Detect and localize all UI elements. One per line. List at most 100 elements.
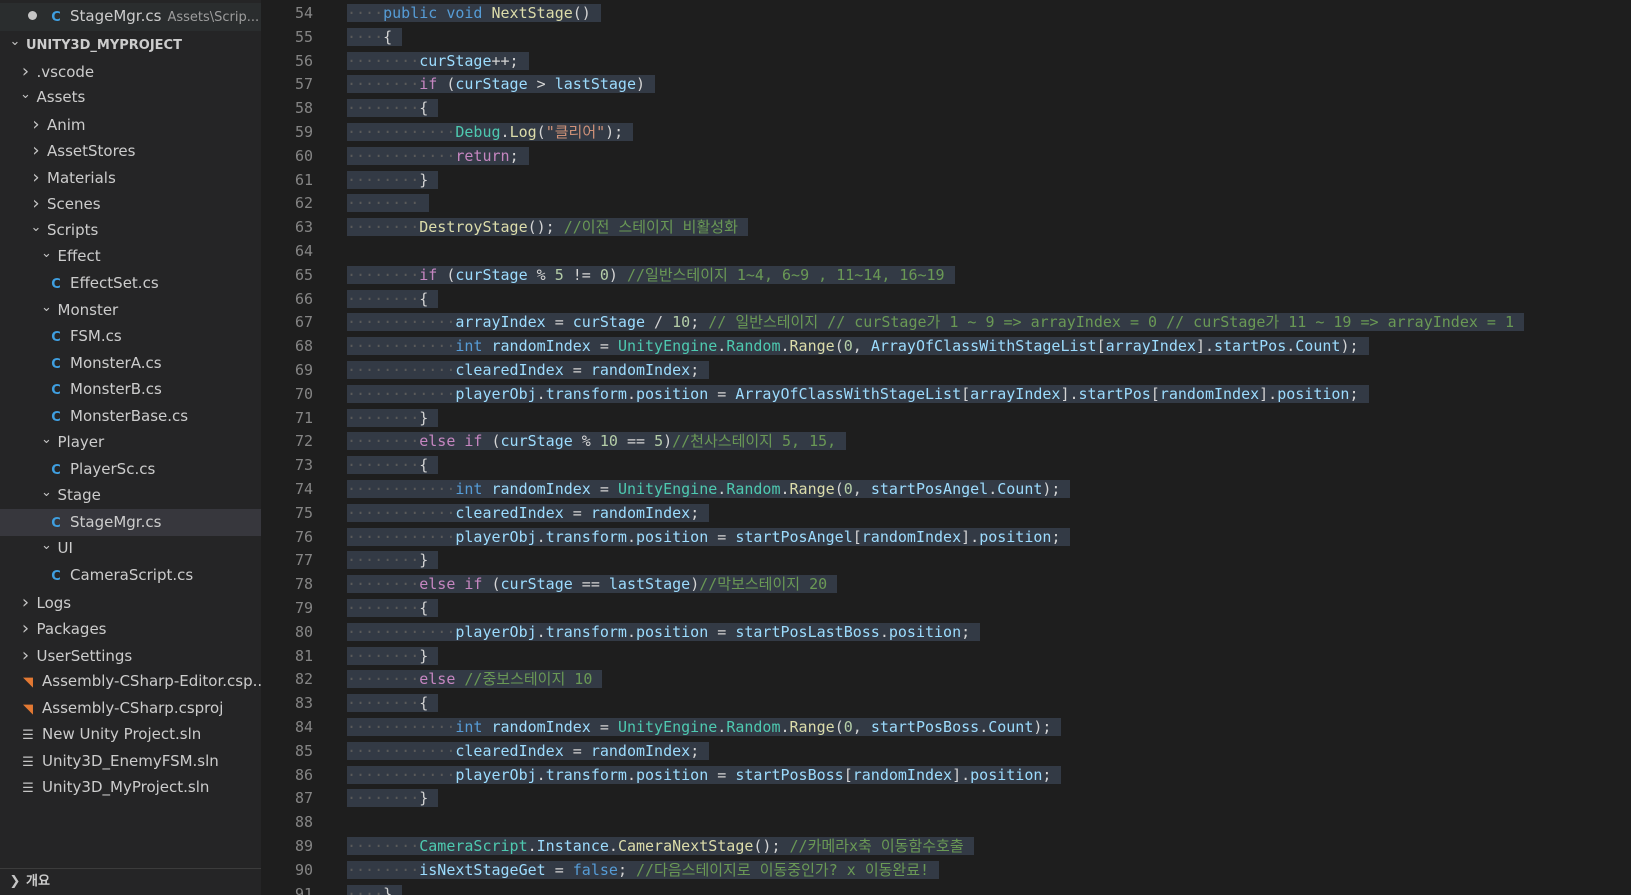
code-line[interactable]: ········CameraScript.Instance.CameraNext… bbox=[347, 835, 974, 859]
code-token: = bbox=[590, 337, 618, 356]
tree-folder[interactable]: › Packages bbox=[0, 615, 261, 643]
tree-folder[interactable]: ⌄ Assets bbox=[0, 84, 261, 112]
tree-folder[interactable]: ⌄ UNITY3D_MYPROJECT bbox=[0, 31, 261, 59]
tree-folder[interactable]: ⌄ Scripts bbox=[0, 217, 261, 245]
code-token: clearedIndex bbox=[455, 361, 564, 379]
code-line[interactable]: ············return; bbox=[347, 145, 529, 169]
code-line[interactable]: ········curStage++; bbox=[347, 50, 529, 74]
code-token: ( bbox=[834, 480, 844, 498]
tree-folder[interactable]: › .vscode bbox=[0, 58, 261, 86]
code-token: ArrayOfClassWithStageList bbox=[735, 384, 962, 403]
tree-item-label: Effect bbox=[57, 247, 101, 266]
code-line[interactable]: ············clearedIndex = randomIndex; bbox=[347, 359, 710, 383]
open-editor-name: StageMgr.cs bbox=[70, 7, 162, 25]
code-line[interactable]: ············int randomIndex = UnityEngin… bbox=[347, 716, 1062, 740]
code-line[interactable]: ········isNextStageGet = false; //다음스테이지… bbox=[347, 859, 940, 883]
tree-folder[interactable]: › UserSettings bbox=[0, 642, 261, 670]
code-line[interactable]: ····{ bbox=[347, 26, 403, 50]
code-line[interactable]: ········{ bbox=[347, 97, 439, 121]
code-line[interactable]: ········{ bbox=[347, 454, 439, 478]
code-line[interactable]: ········if (curStage % 5 != 0) //일반스테이지 … bbox=[347, 264, 955, 288]
whitespace-indent: ···· bbox=[383, 599, 420, 617]
code-token: ); bbox=[1042, 480, 1061, 498]
tree-folder[interactable]: ⌄ Player bbox=[0, 429, 261, 457]
code-line[interactable]: ············int randomIndex = UnityEngin… bbox=[347, 478, 1071, 502]
code-line[interactable] bbox=[347, 240, 393, 264]
tree-folder[interactable]: ⌄ UI bbox=[0, 535, 261, 563]
code-area[interactable]: ····public void NextStage() ····{········… bbox=[347, 0, 1631, 895]
code-line[interactable]: ········{ bbox=[347, 597, 439, 621]
tree-folder[interactable]: ⌄ Stage bbox=[0, 482, 261, 510]
tree-file[interactable]: C MonsterBase.cs bbox=[0, 403, 261, 431]
tree-file[interactable]: C FSM.cs bbox=[0, 323, 261, 351]
whitespace-indent: ···· bbox=[419, 361, 456, 379]
code-line[interactable]: ········} bbox=[347, 549, 439, 573]
tree-file[interactable]: C CameraScript.cs bbox=[0, 562, 261, 590]
whitespace-indent: ···· bbox=[347, 313, 384, 332]
tree-file[interactable]: ◥ Assembly-CSharp-Editor.csp... bbox=[0, 668, 261, 696]
code-line[interactable]: ········else //중보스테이지 10 bbox=[347, 668, 603, 692]
tree-folder[interactable]: › Materials bbox=[0, 164, 261, 192]
tree-file[interactable]: ☰ New Unity Project.sln bbox=[0, 721, 261, 749]
code-editor[interactable]: 54 55 56 57 58 59 60 61 62 63 64 65 66 67 68 69 70 71 72 73… bbox=[261, 0, 1631, 895]
code-line[interactable]: ············clearedIndex = randomIndex; bbox=[347, 502, 710, 526]
code-line[interactable]: ············playerObj.transform.position… bbox=[347, 764, 1062, 788]
code-line[interactable]: ········else if (curStage % 10 == 5)//천사… bbox=[347, 430, 847, 454]
code-line[interactable]: ············clearedIndex = randomIndex; bbox=[347, 740, 710, 764]
solution-file-icon: ☰ bbox=[22, 754, 34, 770]
whitespace-indent: ···· bbox=[383, 503, 420, 522]
tree-file[interactable]: C PlayerSc.cs bbox=[0, 456, 261, 484]
code-line[interactable]: ········} bbox=[347, 407, 439, 431]
tree-folder[interactable]: › Logs bbox=[0, 589, 261, 617]
code-token: UnityEngine bbox=[617, 718, 718, 736]
code-token: randomIndex bbox=[491, 337, 591, 356]
code-line[interactable]: ············playerObj.transform.position… bbox=[347, 383, 1369, 407]
code-line[interactable]: ········ bbox=[347, 192, 430, 216]
code-line[interactable]: ········if (curStage > lastStage) bbox=[347, 73, 656, 97]
tree-folder[interactable]: ⌄ Monster bbox=[0, 297, 261, 325]
whitespace-indent: ···· bbox=[347, 837, 384, 855]
code-token: Range bbox=[789, 480, 835, 498]
code-token: Count bbox=[1295, 337, 1341, 356]
code-line[interactable]: ········} bbox=[347, 169, 439, 193]
tree-file[interactable]: ☰ Unity3D_EnemyFSM.sln bbox=[0, 748, 261, 776]
code-line[interactable]: ············arrayIndex = curStage / 10; … bbox=[347, 311, 1525, 335]
tree-folder[interactable]: ⌄ Effect bbox=[0, 243, 261, 271]
code-line[interactable]: ········} bbox=[347, 787, 439, 811]
code-line[interactable]: ········{ bbox=[347, 692, 439, 716]
code-token: playerObj bbox=[455, 765, 537, 784]
code-line[interactable]: ········{ bbox=[347, 288, 439, 312]
tree-file[interactable]: C MonsterB.cs bbox=[0, 376, 261, 404]
tree-file[interactable]: ◥ Assembly-CSharp.csproj bbox=[0, 695, 261, 723]
code-line[interactable]: ············playerObj.transform.position… bbox=[347, 526, 1071, 550]
code-token: if bbox=[419, 265, 438, 284]
code-line[interactable] bbox=[347, 811, 393, 835]
code-line[interactable]: ····public void NextStage() bbox=[347, 2, 601, 26]
code-token: ]. bbox=[1060, 384, 1079, 403]
open-editor-item[interactable]: C StageMgr.cs Assets\Scrip... bbox=[0, 3, 261, 31]
code-token: void bbox=[446, 4, 483, 22]
code-line[interactable]: ········else if (curStage == lastStage)/… bbox=[347, 573, 838, 597]
code-line[interactable]: ············Debug.Log("클리어"); bbox=[347, 121, 634, 145]
code-line[interactable]: ····} bbox=[347, 883, 403, 895]
code-line[interactable]: ············playerObj.transform.position… bbox=[347, 621, 981, 645]
code-token: } bbox=[383, 884, 393, 895]
tree-folder[interactable]: › Scenes bbox=[0, 190, 261, 218]
code-token: int bbox=[455, 480, 483, 498]
tree-file[interactable]: C StageMgr.cs bbox=[0, 508, 261, 537]
code-line[interactable]: ········DestroyStage(); //이전 스테이지 비활성화 bbox=[347, 216, 748, 240]
code-line[interactable]: ············int randomIndex = UnityEngin… bbox=[347, 335, 1369, 359]
tree-file[interactable]: C EffectSet.cs bbox=[0, 270, 261, 298]
code-line[interactable]: ········} bbox=[347, 645, 439, 669]
code-token: if bbox=[464, 432, 483, 451]
line-number: 86 bbox=[294, 765, 313, 784]
code-token: 0 bbox=[843, 337, 853, 356]
tree-file[interactable]: C MonsterA.cs bbox=[0, 350, 261, 378]
outline-section-header[interactable]: ❯ 개요 bbox=[0, 868, 261, 895]
tree-folder[interactable]: › AssetStores bbox=[0, 137, 261, 165]
tree-file[interactable]: ☰ Unity3D_MyProject.sln bbox=[0, 774, 261, 802]
code-token: . bbox=[536, 765, 546, 784]
whitespace-indent: ···· bbox=[347, 575, 384, 594]
tree-folder[interactable]: › Anim bbox=[0, 111, 261, 139]
